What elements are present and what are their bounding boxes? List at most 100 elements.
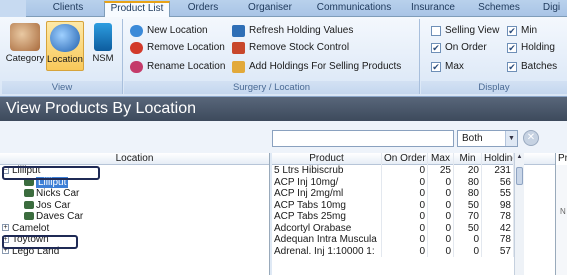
new-location-button[interactable]: New Location (130, 23, 208, 39)
batches-checkbox-box[interactable]: ✔ (507, 62, 517, 72)
on-order-cell: 0 (382, 234, 428, 246)
tree-node-nicks-car[interactable]: Nicks Car (0, 188, 269, 200)
remove-location-button[interactable]: Remove Location (130, 40, 225, 56)
max-cell: 0 (428, 188, 454, 200)
refresh-holding-values-button[interactable]: Refresh Holding Values (232, 23, 353, 39)
clear-filter-icon[interactable]: ✕ (523, 130, 539, 146)
tab-schemes[interactable]: Schemes (470, 2, 528, 17)
holding-column-header[interactable]: Holding (482, 153, 514, 165)
rename-location-button[interactable]: Rename Location (130, 59, 225, 75)
display-group-label: Display (421, 81, 567, 94)
min-cell: 70 (454, 211, 482, 223)
product-column-header[interactable]: Product (272, 153, 382, 165)
grid-scrollbar[interactable]: ▲ (514, 153, 524, 275)
on-order-cell: 0 (382, 211, 428, 223)
selling-view-checkbox-box[interactable] (431, 26, 441, 36)
table-row[interactable]: ACP Inj 2mg/ml 0 0 80 55 (272, 188, 555, 200)
min-checkbox[interactable]: ✔ Min (507, 23, 537, 39)
globe-icon (50, 24, 80, 52)
product-search-input[interactable] (272, 130, 454, 147)
nsm-button[interactable]: NSM (86, 21, 120, 71)
tab-product-list[interactable]: Product List (104, 1, 170, 18)
selling-view-checkbox[interactable]: Selling View (431, 23, 499, 39)
holding-cell: 231 (482, 165, 514, 177)
location-button[interactable]: Location (46, 21, 84, 71)
order-filter-select[interactable]: Both ▼ (457, 130, 518, 147)
min-cell: 50 (454, 222, 482, 234)
on-order-label: On Order (445, 42, 487, 53)
category-icon (10, 23, 40, 51)
holding-cell: 78 (482, 211, 514, 223)
tab-orders[interactable]: Orders (178, 2, 228, 17)
app-menu-button[interactable] (0, 0, 26, 17)
tab-insurance[interactable]: Insurance (404, 2, 462, 17)
products-grid[interactable]: Product On Order Max Min Holding 5 Ltrs … (272, 153, 556, 275)
on-order-column-header[interactable]: On Order (382, 153, 428, 165)
on-order-cell: 0 (382, 176, 428, 188)
table-row[interactable]: ACP Inj 10mg/ 0 0 80 56 (272, 176, 555, 188)
on-order-cell: 0 (382, 199, 428, 211)
remove-stock-control-button[interactable]: Remove Stock Control (232, 40, 349, 56)
tab-clients[interactable]: Clients (42, 2, 94, 17)
min-cell: 80 (454, 188, 482, 200)
chevron-down-icon[interactable]: ▼ (505, 131, 517, 146)
remove-stock-control-label: Remove Stock Control (249, 42, 350, 53)
rename-location-icon (130, 61, 143, 73)
scrollbar-thumb[interactable] (516, 167, 523, 185)
location-column-header[interactable]: Location (0, 153, 269, 165)
max-checkbox[interactable]: ✔ Max (431, 59, 464, 75)
batches-checkbox[interactable]: ✔ Batches (507, 59, 557, 75)
max-cell: 0 (428, 211, 454, 223)
surgery-location-group: New Location Remove Location Rename Loca… (124, 19, 420, 94)
table-row[interactable]: ACP Tabs 10mg 0 0 50 98 (272, 199, 555, 211)
max-cell: 0 (428, 234, 454, 246)
max-cell: 25 (428, 165, 454, 177)
category-button[interactable]: Category (5, 21, 45, 71)
product-cell: ACP Inj 2mg/ml (272, 188, 382, 200)
on-order-checkbox-box[interactable]: ✔ (431, 43, 441, 53)
max-column-header[interactable]: Max (428, 153, 454, 165)
table-row[interactable]: 5 Ltrs Hibiscrub 0 25 20 231 (272, 165, 555, 177)
location-tree[interactable]: Location − Lilliput Lilliput Nicks Car Jo… (0, 153, 270, 275)
location-label: Location (47, 54, 83, 65)
product-cell: Adrenal. Inj 1:10000 1: (272, 245, 382, 257)
table-row[interactable]: Adequan Intra Muscula 0 0 0 78 (272, 234, 555, 246)
on-order-checkbox[interactable]: ✔ On Order (431, 40, 487, 56)
tab-organiser[interactable]: Organiser (238, 2, 302, 17)
product-cell: Adcortyl Orabase (272, 222, 382, 234)
nsm-label: NSM (92, 53, 114, 64)
product-cell: ACP Tabs 10mg (272, 199, 382, 211)
add-holdings-button[interactable]: Add Holdings For Selling Products (232, 59, 401, 75)
max-checkbox-box[interactable]: ✔ (431, 62, 441, 72)
tab-communications[interactable]: Communications (306, 2, 402, 17)
price-panel-tab[interactable]: Pric (556, 153, 567, 165)
refresh-holding-values-label: Refresh Holding Values (249, 25, 354, 36)
table-row[interactable]: ACP Tabs 25mg 0 0 70 78 (272, 211, 555, 223)
table-row[interactable]: Adrenal. Inj 1:10000 1: 0 0 0 57 (272, 245, 555, 257)
min-cell: 80 (454, 176, 482, 188)
rename-location-label: Rename Location (147, 61, 226, 72)
grid-header: Product On Order Max Min Holding (272, 153, 555, 165)
tab-digi[interactable]: Digi (536, 2, 567, 17)
holding-label: Holding (521, 42, 555, 53)
holding-checkbox[interactable]: ✔ Holding (507, 40, 555, 56)
location-icon (24, 212, 34, 221)
tree-node-label: Jos Car (36, 199, 71, 211)
on-order-cell: 0 (382, 222, 428, 234)
view-group: Category Location NSM View (2, 19, 123, 94)
min-column-header[interactable]: Min (454, 153, 482, 165)
table-row[interactable]: Adcortyl Orabase 0 0 50 42 (272, 222, 555, 234)
on-order-cell: 0 (382, 165, 428, 177)
holding-cell: 56 (482, 176, 514, 188)
scroll-up-icon[interactable]: ▲ (516, 154, 523, 163)
max-cell: 0 (428, 176, 454, 188)
min-cell: 50 (454, 199, 482, 211)
tree-node-camelot[interactable]: + Camelot (0, 223, 269, 235)
min-checkbox-box[interactable]: ✔ (507, 26, 517, 36)
expand-icon[interactable]: + (2, 224, 9, 232)
tree-node-daves-car[interactable]: Daves Car (0, 211, 269, 223)
tree-node-jos-car[interactable]: Jos Car (0, 200, 269, 212)
product-cell: 5 Ltrs Hibiscrub (272, 165, 382, 177)
holding-checkbox-box[interactable]: ✔ (507, 43, 517, 53)
product-cell: ACP Tabs 25mg (272, 211, 382, 223)
